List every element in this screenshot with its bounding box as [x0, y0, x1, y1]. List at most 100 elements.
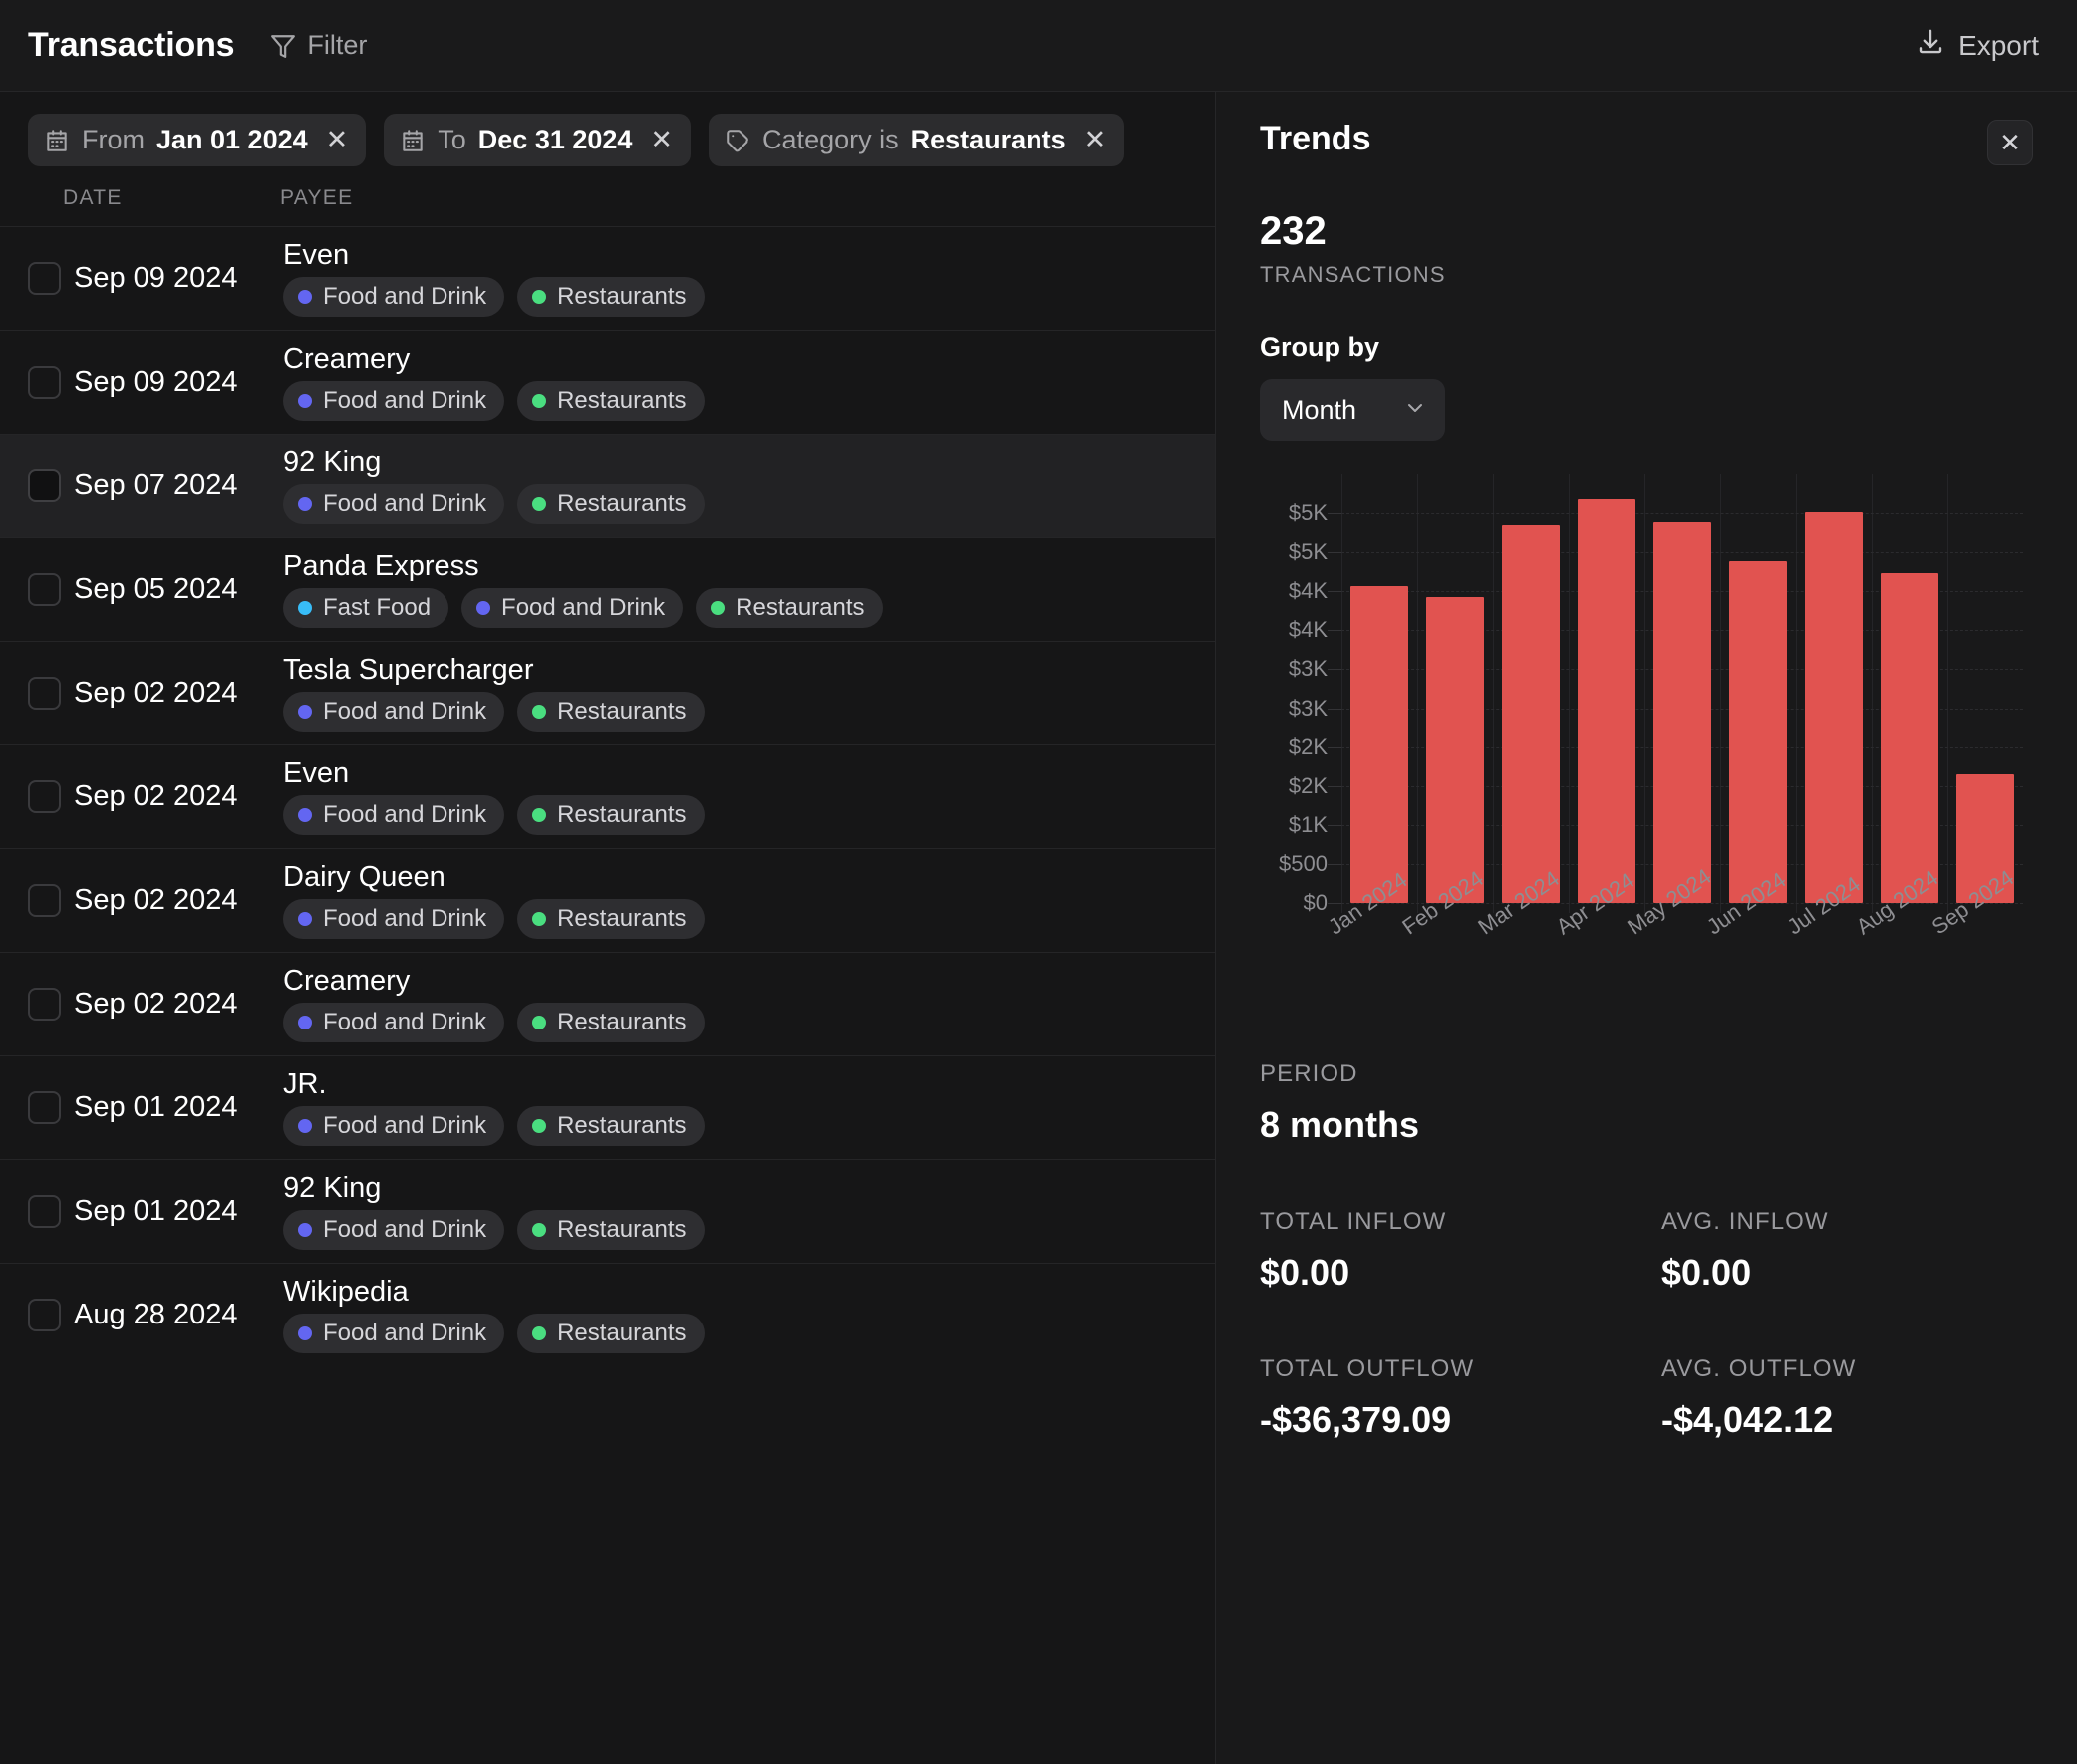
row-checkbox[interactable]: [28, 573, 61, 606]
table-row[interactable]: Sep 01 2024 92 King Food and Drink Restaura…: [0, 1159, 1215, 1263]
transaction-date: Sep 02 2024: [74, 780, 238, 812]
category-tag[interactable]: Restaurants: [517, 692, 705, 733]
chart-bar[interactable]: [1426, 596, 1484, 903]
category-color-dot: [532, 1016, 547, 1030]
row-checkbox[interactable]: [28, 366, 61, 399]
chart-bar[interactable]: [1805, 511, 1863, 903]
chart-bar[interactable]: [1653, 521, 1711, 903]
filter-chip-label: From: [82, 125, 145, 154]
category-tag[interactable]: Food and Drink: [283, 795, 505, 836]
table-row[interactable]: Aug 28 2024 Wikipedia Food and Drink Restau…: [0, 1263, 1215, 1366]
export-button[interactable]: Export: [1906, 21, 2049, 70]
table-row[interactable]: Sep 05 2024 Panda Express Fast Food Food an…: [0, 537, 1215, 641]
transaction-date: Sep 01 2024: [74, 1091, 238, 1123]
trends-header: Trends ✕: [1260, 120, 2033, 165]
transaction-date: Sep 09 2024: [74, 366, 238, 398]
table-row[interactable]: Sep 02 2024 Even Food and Drink Restaurants: [0, 744, 1215, 848]
column-header-date: DATE: [63, 186, 123, 209]
payee-name: Even: [283, 756, 350, 789]
transaction-date: Sep 02 2024: [74, 884, 238, 916]
category-tag[interactable]: Fast Food: [283, 588, 449, 629]
remove-filter-icon[interactable]: ✕: [1084, 127, 1107, 153]
table-row[interactable]: Sep 09 2024 Even Food and Drink Restaurants: [0, 226, 1215, 330]
category-tags: Food and Drink Restaurants: [283, 795, 705, 836]
filter-button[interactable]: Filter: [262, 24, 375, 67]
row-checkbox[interactable]: [28, 988, 61, 1021]
chart-bar[interactable]: [1729, 560, 1787, 903]
bar-cell[interactable]: [1493, 474, 1569, 903]
bar-cell[interactable]: [1569, 474, 1644, 903]
row-checkbox[interactable]: [28, 1195, 61, 1228]
table-row[interactable]: Sep 01 2024 JR. Food and Drink Restaurants: [0, 1055, 1215, 1159]
chart-bar[interactable]: [1578, 499, 1635, 903]
category-tag[interactable]: Food and Drink: [283, 1003, 505, 1043]
category-tag-label: Restaurants: [557, 905, 687, 933]
filter-chip[interactable]: From Jan 01 2024 ✕: [28, 114, 367, 166]
category-tag[interactable]: Restaurants: [517, 1314, 705, 1354]
bar-cell[interactable]: [1341, 474, 1417, 903]
category-tag[interactable]: Restaurants: [517, 1003, 705, 1043]
bar-cell[interactable]: [1417, 474, 1493, 903]
category-tag[interactable]: Restaurants: [517, 899, 705, 940]
category-color-dot: [532, 912, 547, 927]
table-row[interactable]: Sep 02 2024 Dairy Queen Food and Drink Rest…: [0, 848, 1215, 952]
column-header-payee: PAYEE: [280, 186, 354, 209]
category-tag[interactable]: Food and Drink: [283, 1210, 505, 1251]
row-checkbox[interactable]: [28, 469, 61, 502]
remove-filter-icon[interactable]: ✕: [326, 127, 349, 153]
payee-name: Panda Express: [283, 549, 479, 582]
close-trends-button[interactable]: ✕: [1987, 120, 2033, 165]
bar-cell[interactable]: [1947, 474, 2023, 903]
bar-cell[interactable]: [1872, 474, 1947, 903]
x-axis-cell: Sep 2024: [1928, 865, 2023, 1013]
chart-bar[interactable]: [1881, 572, 1938, 903]
category-color-dot: [532, 1223, 547, 1238]
category-tag[interactable]: Restaurants: [696, 588, 883, 629]
category-tag[interactable]: Restaurants: [517, 795, 705, 836]
bar-cell[interactable]: [1796, 474, 1872, 903]
payee-name: Wikipedia: [283, 1275, 409, 1308]
row-checkbox[interactable]: [28, 1299, 61, 1331]
category-tag[interactable]: Restaurants: [517, 484, 705, 525]
category-tag[interactable]: Food and Drink: [283, 381, 505, 422]
group-by-select[interactable]: Month: [1260, 379, 1445, 441]
category-tag[interactable]: Restaurants: [517, 1210, 705, 1251]
row-checkbox[interactable]: [28, 884, 61, 917]
y-axis: $0 $500 $1K $2K $2K $3K $3K $4K $4K $5K $5K: [1260, 474, 1328, 915]
bar-cell[interactable]: [1644, 474, 1720, 903]
category-tag[interactable]: Restaurants: [517, 381, 705, 422]
category-tag-label: Restaurants: [557, 1009, 687, 1036]
chart-bar[interactable]: [1502, 524, 1560, 903]
category-color-dot: [298, 394, 312, 409]
filter-chip[interactable]: Category is Restaurants ✕: [709, 114, 1125, 166]
category-tag-label: Restaurants: [557, 283, 687, 311]
category-tag[interactable]: Restaurants: [517, 1106, 705, 1147]
bar-cell[interactable]: [1720, 474, 1796, 903]
category-tag[interactable]: Restaurants: [517, 277, 705, 318]
row-checkbox[interactable]: [28, 262, 61, 295]
y-axis-tickmark: [1328, 824, 1341, 826]
category-tag[interactable]: Food and Drink: [283, 484, 505, 525]
category-tag[interactable]: Food and Drink: [283, 899, 505, 940]
row-checkbox[interactable]: [28, 1091, 61, 1124]
table-row[interactable]: Sep 07 2024 92 King Food and Drink Restaura…: [0, 434, 1215, 537]
stat-avg-inflow: AVG. INFLOW $0.00: [1661, 1208, 2033, 1294]
category-tag[interactable]: Food and Drink: [283, 692, 505, 733]
remove-filter-icon[interactable]: ✕: [650, 127, 673, 153]
category-tag[interactable]: Food and Drink: [461, 588, 684, 629]
stat-label: PERIOD: [1260, 1060, 1358, 1087]
category-tag[interactable]: Food and Drink: [283, 277, 505, 318]
summary-stats: PERIOD 8 months TOTAL INFLOW $0.00 AVG. …: [1260, 1060, 2033, 1441]
category-tag[interactable]: Food and Drink: [283, 1314, 505, 1354]
y-axis-tick-label: $0: [1303, 890, 1328, 915]
table-row[interactable]: Sep 09 2024 Creamery Food and Drink Restaur…: [0, 330, 1215, 434]
chart-bar[interactable]: [1350, 585, 1408, 903]
table-row[interactable]: Sep 02 2024 Creamery Food and Drink Restaur…: [0, 952, 1215, 1055]
category-tag[interactable]: Food and Drink: [283, 1106, 505, 1147]
row-checkbox[interactable]: [28, 780, 61, 813]
table-row[interactable]: Sep 02 2024 Tesla Supercharger Food and Dr…: [0, 641, 1215, 744]
row-checkbox[interactable]: [28, 677, 61, 710]
stat-label: AVG. INFLOW: [1661, 1208, 1829, 1235]
category-tags: Food and Drink Restaurants: [283, 277, 705, 318]
filter-chip[interactable]: To Dec 31 2024 ✕: [384, 114, 692, 166]
